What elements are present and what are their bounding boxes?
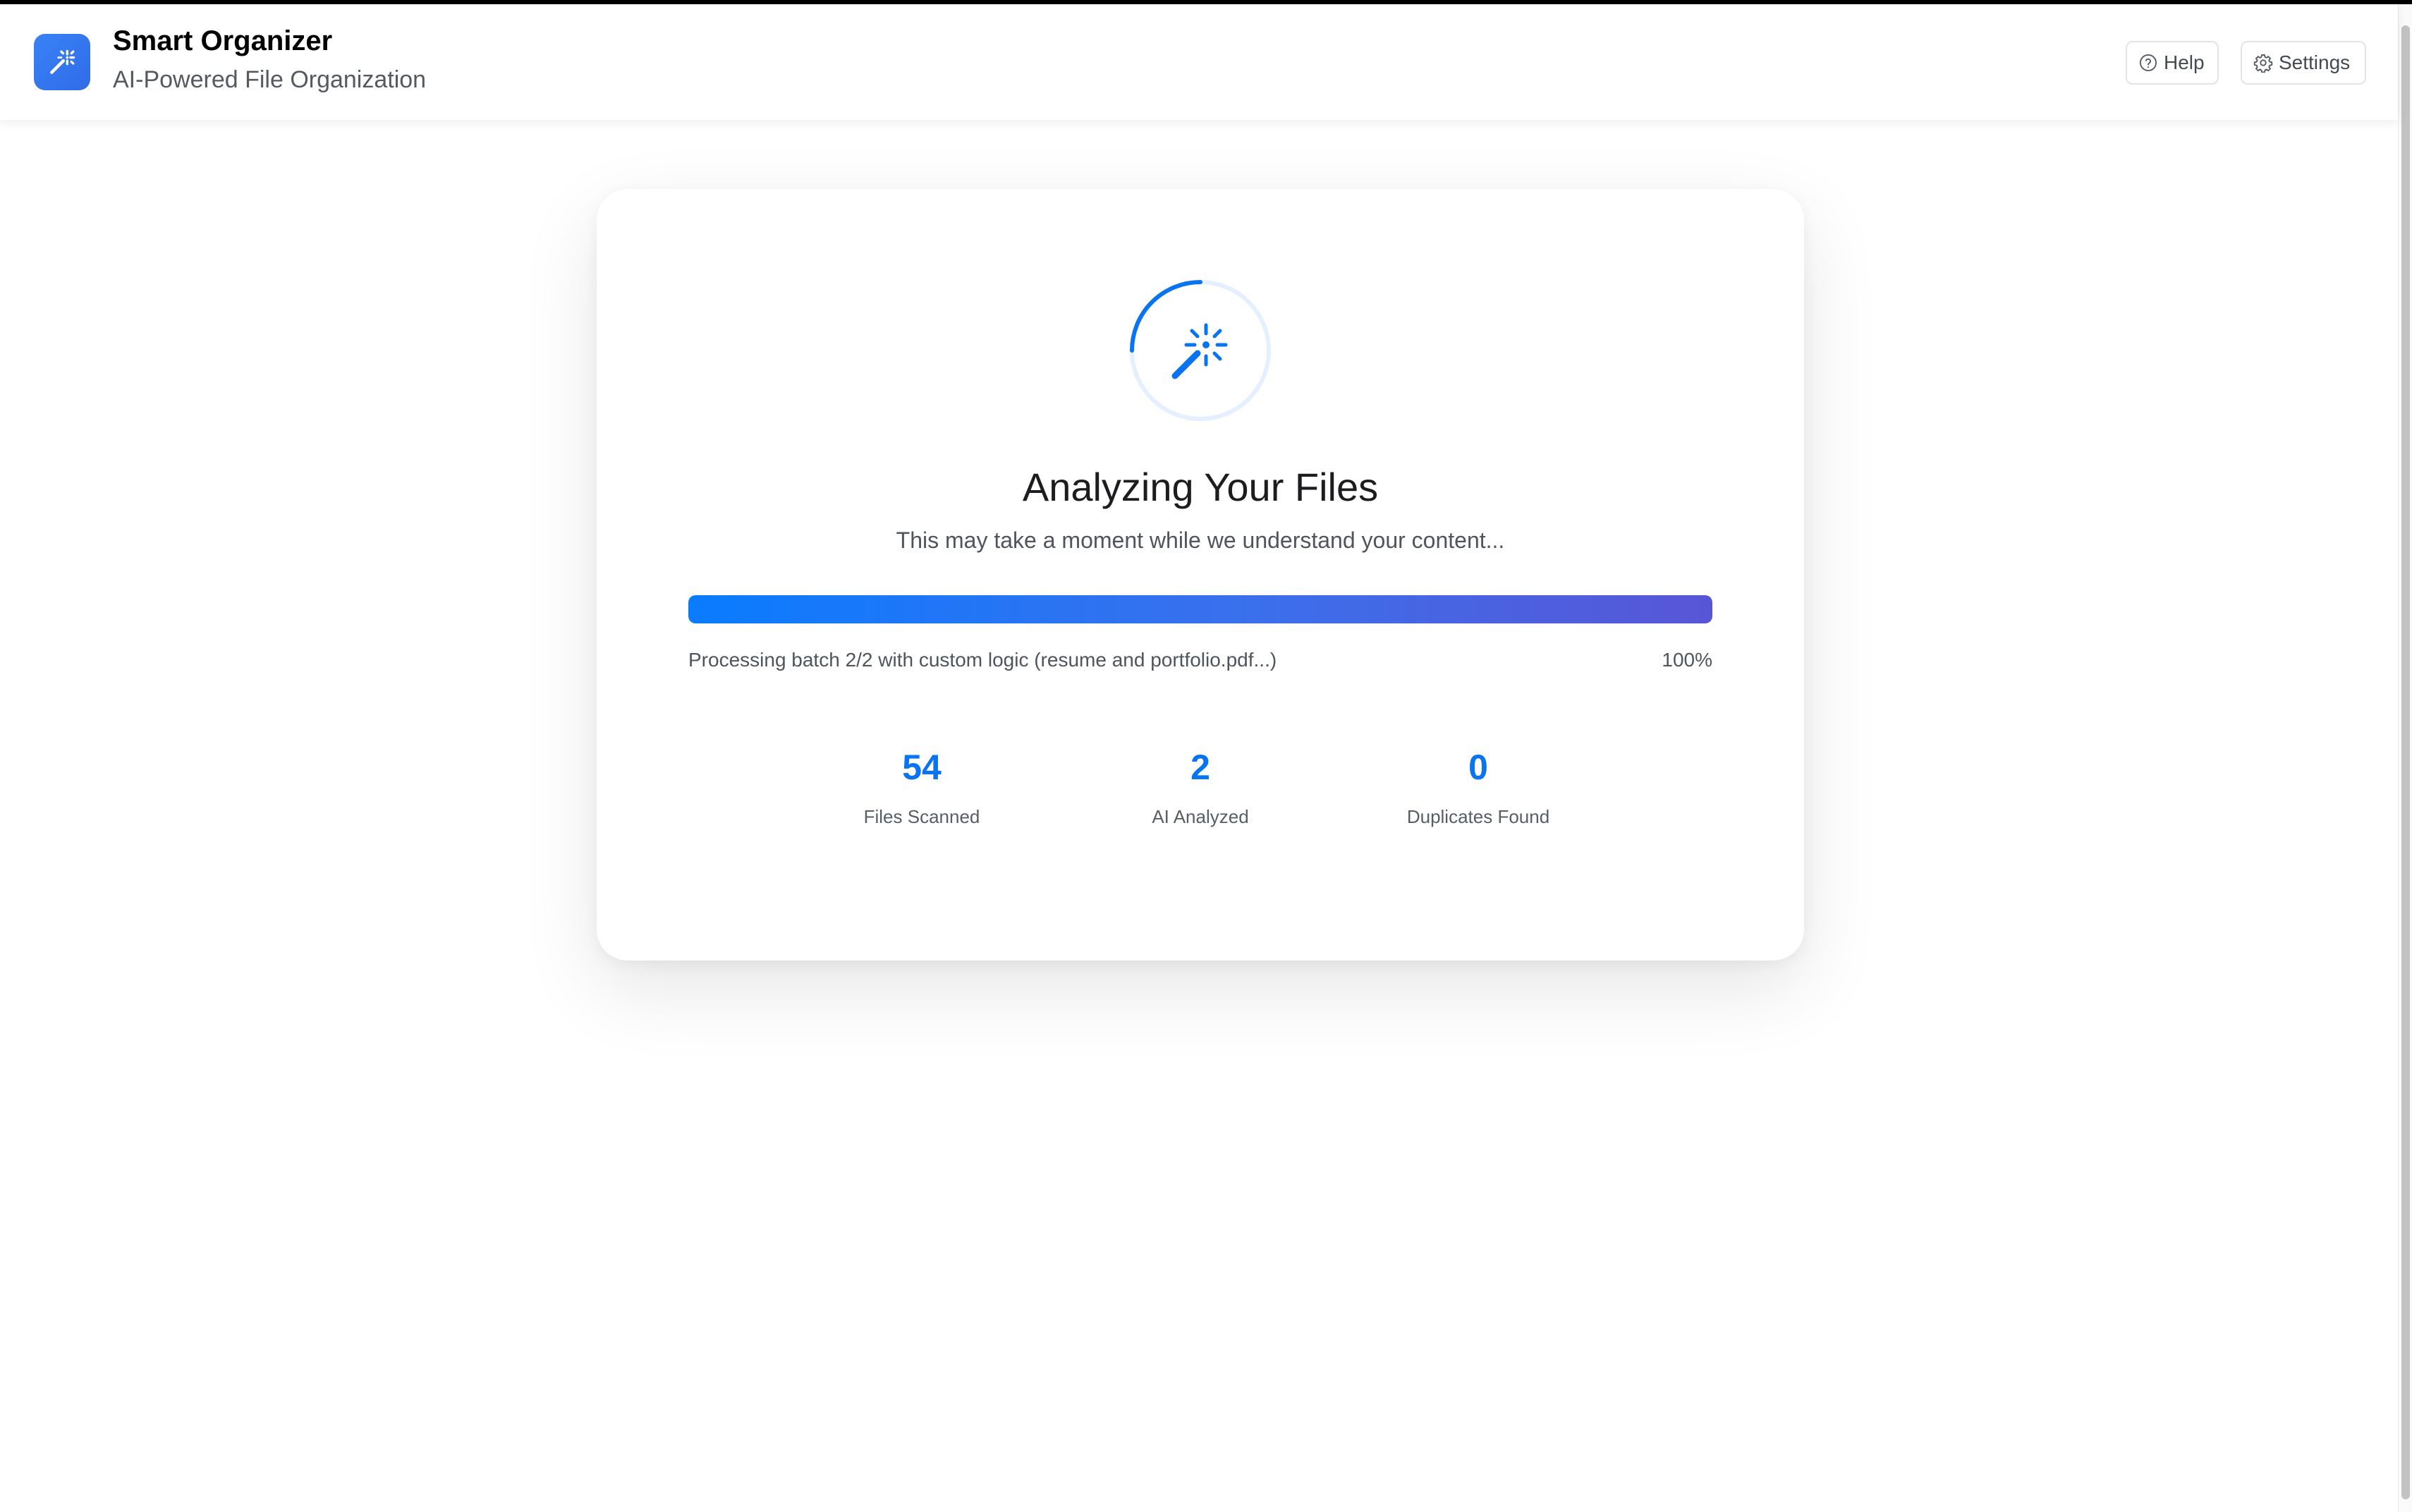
stat-label: Duplicates Found [1406,806,1550,827]
stat-files-scanned: 54 Files Scanned [781,750,1063,828]
stat-duplicates-found: 0 Duplicates Found [1337,750,1619,828]
analysis-subtitle: This may take a moment while we understa… [896,528,1505,553]
help-button[interactable]: Help [2126,41,2219,85]
stat-value: 0 [1468,748,1488,787]
loading-spinner [1130,280,1271,421]
progress-bar [688,595,1712,623]
stat-value: 2 [1190,748,1210,787]
app-logo [34,34,90,90]
app-header: Smart Organizer AI-Powered File Organiza… [0,4,2398,120]
progress-bar-fill [688,595,1712,623]
analysis-card: Analyzing Your Files This may take a mom… [597,189,1804,961]
gear-icon [2253,54,2273,73]
stat-value: 54 [902,748,942,787]
app-subtitle: AI-Powered File Organization [113,66,427,93]
settings-button-label: Settings [2279,51,2351,73]
stat-ai-analyzed: 2 AI Analyzed [1059,750,1341,828]
analysis-title: Analyzing Your Files [1022,465,1379,509]
magic-wand-icon [50,49,75,74]
magic-wand-icon [1171,323,1228,379]
scrollbar-thumb[interactable] [2401,25,2410,1499]
progress-percent: 100% [1662,649,1712,671]
stat-label: Files Scanned [863,806,980,827]
help-button-label: Help [2164,51,2205,73]
settings-button[interactable]: Settings [2241,41,2366,85]
stat-label: AI Analyzed [1152,806,1249,827]
vertical-scrollbar[interactable] [2398,4,2412,1512]
help-circle-icon [2139,54,2157,72]
progress-status-text: Processing batch 2/2 with custom logic (… [688,649,1277,671]
app-title: Smart Organizer [113,25,333,56]
